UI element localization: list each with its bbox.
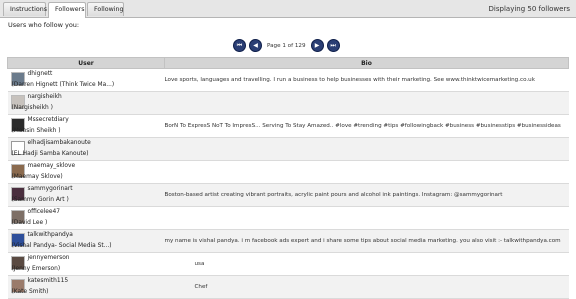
display-name: (Darren Hignett (Think Twice Ma...) [11, 82, 115, 88]
username-link[interactable]: jennyemerson [28, 255, 70, 261]
column-header-user: User [7, 57, 165, 69]
table-row: talkwithpandya (Vishal Pandya- Social Med… [7, 229, 569, 253]
bio-cell: Boston-based artist creating vibrant por… [164, 183, 569, 207]
bio-cell: my name is vishal pandya. i m facebook a… [164, 229, 569, 253]
table-row: officelee47 (David Lee ) [7, 206, 569, 230]
bio-cell: Love sports, languages and travelling. I… [164, 68, 569, 92]
display-name: (Sammy Gorin Art ) [11, 197, 69, 203]
display-name: (EL Hadji Samba Kanoute) [11, 151, 89, 157]
username-link[interactable]: sammygorinart [28, 186, 73, 192]
bio-cell [164, 137, 569, 161]
user-cell: elhadjisambakanoute (EL Hadji Samba Kanou… [7, 137, 165, 161]
bio-cell [164, 206, 569, 230]
username-link[interactable]: nargisheikh [28, 94, 62, 100]
username-link[interactable]: elhadjisambakanoute [28, 140, 91, 146]
column-header-bio: Bio [164, 57, 569, 69]
table-row: jennyemerson (Jenny Emerson) usa [7, 252, 569, 276]
display-name: (David Lee ) [11, 220, 48, 226]
bio-cell: BorN To ExpresS NoT To ImpresS... Servin… [164, 114, 569, 138]
table-row: nargisheikh (Nargisheikh ) [7, 91, 569, 115]
display-name: (Vishal Pandya- Social Media St...) [11, 243, 112, 249]
table-row: katesmith115 (Kate Smith) Chef [7, 275, 569, 299]
prev-page-icon[interactable]: ◀ [249, 39, 262, 52]
first-page-icon[interactable]: ⏮ [233, 39, 246, 52]
table-row: elhadjisambakanoute (EL Hadji Samba Kanou… [7, 137, 569, 161]
followers-count-status: Displaying 50 followers [488, 5, 570, 13]
user-cell: sammygorinart (Sammy Gorin Art ) [7, 183, 165, 207]
section-intro: Users who follow you: [8, 21, 80, 29]
tab-bar: Instructions Followers Following Display… [0, 0, 576, 18]
username-link[interactable]: talkwithpandya [28, 232, 73, 238]
display-name: (Nargisheikh ) [11, 105, 53, 111]
display-name: (Kate Smith) [11, 289, 49, 295]
user-cell: officelee47 (David Lee ) [7, 206, 165, 230]
user-cell: Mssecretdiary (Mohsin Sheikh ) [7, 114, 165, 138]
username-link[interactable]: dhignett [28, 71, 53, 77]
user-cell: katesmith115 (Kate Smith) [7, 275, 165, 299]
display-name: (Mohsin Sheikh ) [11, 128, 61, 134]
username-link[interactable]: maemay_sklove [28, 163, 76, 169]
bio-cell [164, 91, 569, 115]
tab-following[interactable]: Following [87, 2, 124, 16]
tab-instructions[interactable]: Instructions [3, 2, 47, 16]
username-link[interactable]: katesmith115 [28, 278, 69, 284]
tab-followers[interactable]: Followers [48, 2, 86, 18]
bio-cell: usa [164, 252, 569, 276]
last-page-icon[interactable]: ⏭ [326, 39, 340, 52]
page-indicator: Page 1 of 129 [267, 42, 306, 49]
user-cell: maemay_sklove (Maemay Sklove) [7, 160, 165, 184]
table-row: sammygorinart (Sammy Gorin Art ) Boston-ba… [7, 183, 569, 207]
table-row: maemay_sklove (Maemay Sklove) [7, 160, 569, 184]
table-row: dhignett (Darren Hignett (Think Twice Ma.… [7, 68, 569, 92]
bio-cell [164, 160, 569, 184]
table-row: Mssecretdiary (Mohsin Sheikh ) BorN To Exp… [7, 114, 569, 138]
username-link[interactable]: Mssecretdiary [28, 117, 69, 123]
pagination: ⏮ ◀ Page 1 of 129 ▶ ⏭ [233, 38, 345, 53]
display-name: (Jenny Emerson) [11, 266, 61, 272]
bio-cell: Chef [164, 275, 569, 299]
table-header-row: User Bio [7, 57, 569, 69]
user-cell: jennyemerson (Jenny Emerson) [7, 252, 165, 276]
user-cell: talkwithpandya (Vishal Pandya- Social Med… [7, 229, 165, 253]
display-name: (Maemay Sklove) [11, 174, 63, 180]
user-cell: dhignett (Darren Hignett (Think Twice Ma.… [7, 68, 165, 92]
user-cell: nargisheikh (Nargisheikh ) [7, 91, 165, 115]
next-page-icon[interactable]: ▶ [310, 39, 324, 52]
username-link[interactable]: officelee47 [28, 209, 61, 215]
